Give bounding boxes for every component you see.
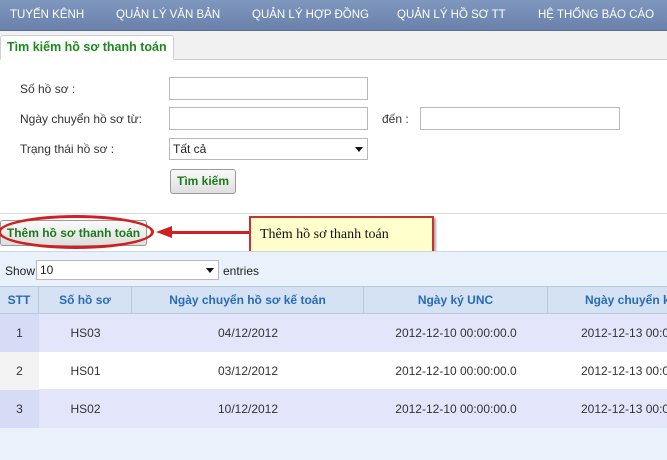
- column-header-stt[interactable]: STT: [0, 287, 39, 314]
- cell-stt: 2: [0, 352, 39, 390]
- results-panel: Show 10 entries STT Số hồ sơ Ngày chuyển…: [0, 251, 667, 460]
- trang-thai-selected-value: Tất cả: [173, 142, 207, 156]
- cell-ngay-chuyen: 2012-12-13 00:00:: [581, 402, 667, 416]
- column-header-ngay-chuyen-ke-toan[interactable]: Ngày chuyển hồ sơ kế toán: [132, 287, 364, 314]
- cell-ngay-chuyen-ke-toan: 10/12/2012: [217, 402, 279, 416]
- tab-strip: Tìm kiếm hồ sơ thanh toán: [0, 31, 667, 60]
- table-row[interactable]: 2 HS01 03/12/2012 2012-12-10 00:00:00.0 …: [0, 352, 667, 390]
- cell-ngay-ky-unc: 2012-12-10 00:00:00.0: [395, 326, 517, 340]
- highlight-oval: [0, 215, 154, 249]
- cell-so-ho-so: HS03: [70, 326, 101, 340]
- cell-so-ho-so: HS02: [70, 402, 101, 416]
- ngay-chuyen-tu-input[interactable]: [169, 107, 368, 130]
- nav-item-he-thong-bao-cao[interactable]: HỆ THỐNG BÁO CÁO: [538, 9, 654, 21]
- show-label: Show: [5, 264, 36, 278]
- cell-ngay-ky-unc: 2012-12-10 00:00:00.0: [395, 402, 517, 416]
- chevron-down-icon: [206, 268, 214, 273]
- page-size-value: 10: [40, 263, 54, 277]
- callout-note: Thêm hồ sơ thanh toán: [249, 216, 434, 253]
- ngay-chuyen-den-input[interactable]: [420, 107, 620, 130]
- nav-item-tuyen-kenh[interactable]: TUYẾN KÊNH: [10, 9, 84, 21]
- cell-so-ho-so: HS01: [70, 364, 101, 378]
- den-label: đến :: [382, 112, 409, 126]
- chevron-down-icon: [355, 147, 363, 152]
- nav-item-quan-ly-van-ban[interactable]: QUẢN LÝ VĂN BẢN: [116, 9, 220, 21]
- table-row[interactable]: 1 HS03 04/12/2012 2012-12-10 00:00:00.0 …: [0, 314, 667, 352]
- column-header-so-ho-so[interactable]: Số hồ sơ: [39, 287, 132, 314]
- trang-thai-label: Trạng thái hồ sơ :: [20, 142, 115, 156]
- cell-ngay-chuyen: 2012-12-13 00:00:: [581, 326, 667, 340]
- arrow-line: [170, 231, 250, 234]
- column-header-ngay-chuyen[interactable]: Ngày chuyển k: [548, 287, 667, 314]
- cell-stt: 1: [0, 314, 39, 352]
- nav-item-quan-ly-ho-so-tt[interactable]: QUẢN LÝ HỒ SƠ TT: [397, 9, 506, 21]
- cell-ngay-chuyen-ke-toan: 04/12/2012: [217, 326, 279, 340]
- search-button[interactable]: Tìm kiếm: [170, 169, 236, 194]
- column-header-ngay-ky-unc[interactable]: Ngày ký UNC: [364, 287, 548, 314]
- section-divider: [0, 213, 667, 214]
- ngay-chuyen-tu-label: Ngày chuyển hồ sơ từ:: [20, 112, 142, 126]
- tab-tim-kiem-ho-so[interactable]: Tìm kiếm hồ sơ thanh toán: [0, 35, 174, 60]
- so-ho-so-label: Số hồ sơ :: [20, 82, 76, 96]
- cell-ngay-ky-unc: 2012-12-10 00:00:00.0: [395, 364, 517, 378]
- trang-thai-select[interactable]: Tất cả: [169, 138, 368, 160]
- table-row[interactable]: 3 HS02 10/12/2012 2012-12-10 00:00:00.0 …: [0, 390, 667, 428]
- table-header: STT Số hồ sơ Ngày chuyển hồ sơ kế toán N…: [0, 286, 667, 314]
- cell-ngay-chuyen-ke-toan: 03/12/2012: [217, 364, 279, 378]
- top-nav: TUYẾN KÊNH QUẢN LÝ VĂN BẢN QUẢN LÝ HỢP Đ…: [0, 0, 667, 31]
- page-size-select[interactable]: 10: [36, 260, 219, 280]
- nav-item-quan-ly-hop-dong[interactable]: QUẢN LÝ HỢP ĐỒNG: [252, 9, 369, 21]
- entries-label: entries: [223, 264, 260, 278]
- so-ho-so-input[interactable]: [169, 77, 368, 100]
- cell-stt: 3: [0, 390, 39, 428]
- cell-ngay-chuyen: 2012-12-13 00:00:: [581, 364, 667, 378]
